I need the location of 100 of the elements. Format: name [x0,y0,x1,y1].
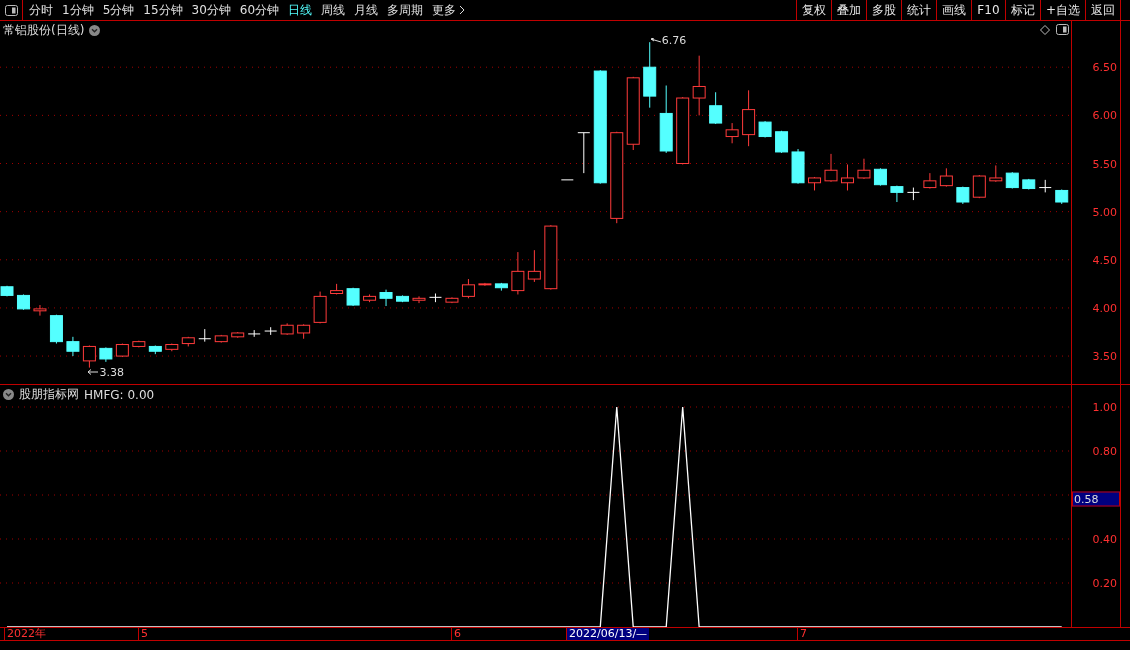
period-tab[interactable]: 30分钟 [191,1,231,19]
candle [82,345,96,369]
candle [198,328,212,343]
candle [873,167,887,187]
candle [429,293,442,303]
candle [742,89,756,147]
period-tab[interactable]: 月线 [354,1,379,19]
candle [956,186,970,205]
candle [923,172,937,190]
candle [725,122,739,144]
time-axis-label: 2022年 [4,628,48,640]
candle [99,346,113,363]
candle [775,130,789,154]
candle [808,176,821,191]
time-axis-label: 5 [138,628,150,640]
candle [461,278,475,299]
candle [939,167,953,188]
candle [1038,179,1052,193]
indicator-axis-label: 0.80 [1092,444,1117,458]
indicator-axis-label: 0.20 [1092,576,1117,590]
time-axis-label: 7 [797,628,809,640]
candle [247,329,261,338]
candle [231,331,245,339]
candle [297,323,311,340]
candle [132,340,146,348]
candle [148,345,162,355]
candle [791,148,805,185]
candle [494,282,508,292]
candle [906,187,920,201]
candle [396,294,409,303]
period-tab[interactable]: 1分钟 [62,1,94,19]
arrow-left-icon [650,37,661,44]
candle [890,185,904,203]
dropdown-icon[interactable] [3,389,14,400]
indicator-reading: HMFG: 0.00 [84,387,155,402]
candle [214,334,228,344]
candle [412,295,426,304]
candle [709,91,723,125]
candle [346,287,360,307]
period-tab[interactable]: 多周期 [387,1,424,19]
chevron-right-icon [459,5,466,15]
candle [330,283,344,295]
period-tab[interactable]: 更多 [432,1,466,19]
candle [313,291,327,324]
period-tab[interactable]: 周线 [321,1,346,19]
price-axis-label: 4.00 [1092,301,1117,315]
indicator-name: 股朋指标网 [19,386,79,403]
candle [379,289,393,307]
period-tab[interactable]: 日线 [288,1,313,19]
price-axis-label: 6.50 [1092,60,1117,74]
candle [659,85,673,154]
candle [363,293,377,303]
candle [544,224,558,291]
candle [66,336,80,357]
period-tab[interactable]: 分时 [29,1,53,19]
price-axis-label: 4.50 [1092,253,1117,267]
price-axis-label: 5.50 [1092,157,1117,170]
candle [989,164,1003,183]
candle [0,285,14,297]
candle [857,158,871,180]
candle [181,336,195,347]
arrow-left-icon [88,369,99,376]
time-axis-label: 6 [451,628,463,640]
candle [264,326,278,336]
diamond-icon[interactable] [1040,24,1050,35]
panel-toggle-icon[interactable] [4,4,18,16]
candle [758,120,772,138]
candle [577,132,591,174]
panel-toggle-icon[interactable] [1056,24,1069,35]
dropdown-icon[interactable] [89,25,101,36]
candle [972,174,986,199]
candle [643,41,657,109]
candle [478,282,492,287]
high-price-label: 6.76 [650,34,687,48]
period-tab[interactable]: 5分钟 [102,1,135,19]
time-axis-label: 2022/06/13/— [566,628,650,640]
period-tab[interactable]: 60分钟 [239,1,280,19]
cursor-value-label: 0.58 [1072,491,1120,507]
candle [445,296,459,304]
candle [1055,189,1069,205]
candle [1005,171,1019,190]
candle [511,251,525,295]
candle [676,96,690,165]
candle [115,343,129,358]
candle [1022,178,1036,190]
period-tab[interactable]: 15分钟 [143,1,183,19]
candle [692,55,706,116]
low-price-label: 3.38 [88,365,124,379]
price-axis-label: 6.00 [1092,108,1117,122]
candle [527,249,541,283]
candle [824,153,838,183]
indicator-axis-label: 1.00 [1092,400,1117,414]
price-axis-label: 5.00 [1092,205,1117,219]
stock-title: 常铝股份(日线) [3,22,85,39]
candle [17,293,30,311]
price-axis-label: 3.50 [1092,349,1117,363]
candle [280,322,294,336]
candle [33,304,47,317]
candle [841,163,854,191]
indicator-axis-label: 0.40 [1092,532,1117,546]
